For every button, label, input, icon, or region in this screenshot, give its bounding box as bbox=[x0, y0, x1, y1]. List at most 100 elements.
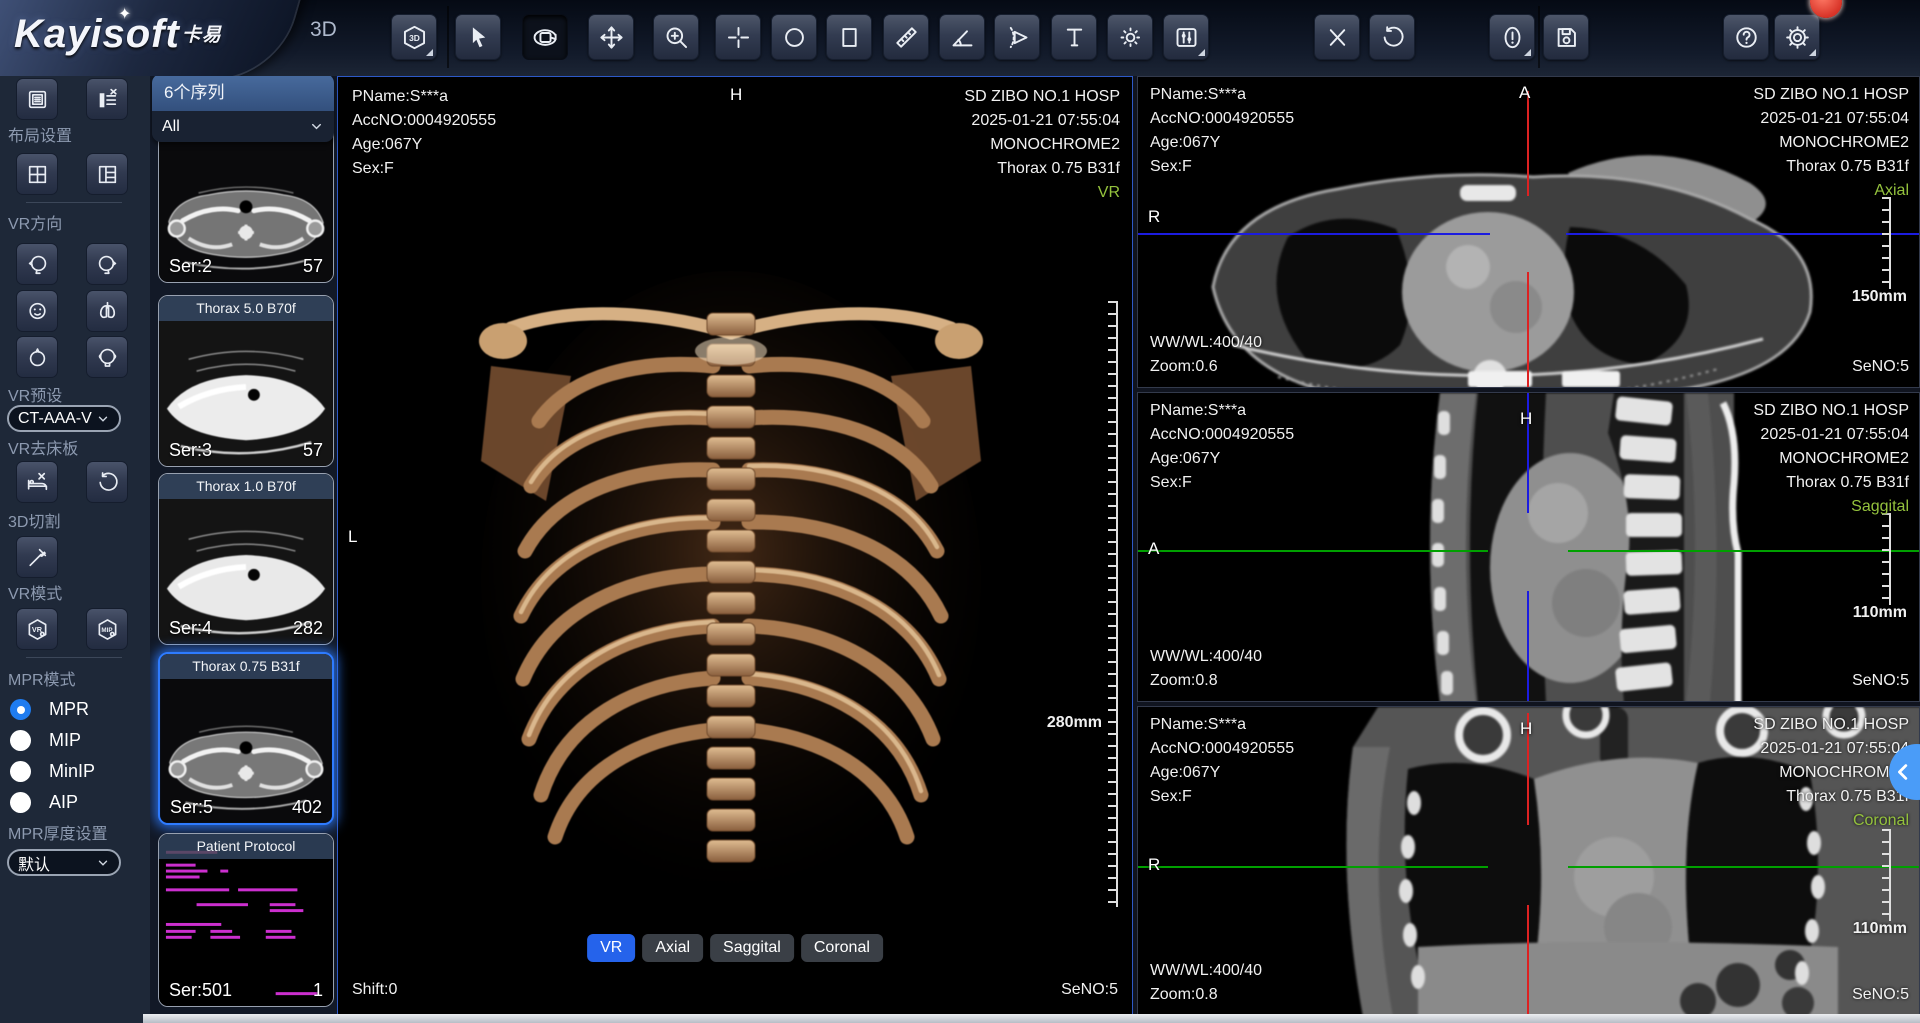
vr-direction-posterior-button[interactable] bbox=[86, 290, 128, 332]
orientation-marker-top: H bbox=[1520, 409, 1532, 429]
zoom-tool-button[interactable] bbox=[653, 14, 699, 60]
rotate-ccw-icon bbox=[1379, 24, 1406, 51]
series-number: Ser:4 bbox=[169, 618, 212, 639]
vr-direction-foot-button[interactable] bbox=[86, 336, 128, 378]
mpr-mode-option-aip[interactable]: AIP bbox=[10, 792, 78, 813]
view-button-axial[interactable]: Axial bbox=[642, 934, 703, 962]
accession-number: AccNO:0004920555 bbox=[1150, 737, 1294, 761]
crosshair-horizontal-blue[interactable] bbox=[1566, 233, 1920, 235]
sagittal-viewport[interactable]: PName:S***a AccNO:0004920555 Age:067Y Se… bbox=[1137, 392, 1920, 702]
series-card-ser4[interactable]: Thorax 1.0 B70f Ser:4 282 bbox=[158, 473, 334, 645]
pan-tool-button[interactable] bbox=[588, 14, 634, 60]
scale-ruler bbox=[1108, 301, 1118, 907]
vr-mode-vr-button[interactable] bbox=[16, 608, 58, 650]
cobb-angle-button[interactable] bbox=[994, 14, 1040, 60]
about-info-button[interactable] bbox=[1489, 14, 1535, 60]
cut-3d-button[interactable] bbox=[16, 536, 58, 578]
vr-direction-left-button[interactable] bbox=[16, 243, 58, 285]
series-number: Ser:501 bbox=[169, 980, 232, 1001]
hospital-name: SD ZIBO NO.1 HOSP bbox=[1753, 83, 1909, 107]
section-label-vr-bed: VR去床板 bbox=[8, 435, 78, 459]
view-button-coronal[interactable]: Coronal bbox=[801, 934, 883, 962]
delete-annotation-button[interactable] bbox=[1314, 14, 1360, 60]
help-button[interactable] bbox=[1723, 14, 1769, 60]
mpr-mode-option-minip[interactable]: MinIP bbox=[10, 761, 95, 782]
crosshair-vertical-blue[interactable] bbox=[1527, 591, 1529, 702]
vr-mode-mip-button[interactable] bbox=[86, 608, 128, 650]
series-description: Thorax 0.75 B31f bbox=[1753, 155, 1909, 179]
series-card-ser3[interactable]: Thorax 5.0 B70f Ser:3 57 bbox=[158, 295, 334, 467]
head-left-icon bbox=[25, 252, 50, 277]
vr-viewport[interactable]: PName:S***a AccNO:0004920555 Age:067Y Se… bbox=[337, 76, 1133, 1017]
cursor-tool-button[interactable] bbox=[455, 14, 501, 60]
patient-name: PName:S***a bbox=[1150, 713, 1294, 737]
patient-age: Age:067Y bbox=[1150, 131, 1294, 155]
layout-split-button[interactable] bbox=[86, 153, 128, 195]
crosshair-vertical-red[interactable] bbox=[1527, 91, 1529, 196]
hexagon-mip-icon bbox=[95, 617, 120, 642]
image-count: 57 bbox=[303, 440, 323, 461]
view-button-saggital[interactable]: Saggital bbox=[710, 934, 794, 962]
series-filter-select[interactable]: All bbox=[152, 111, 334, 142]
angle-tool-button[interactable] bbox=[939, 14, 985, 60]
left-sidebar: 布局设置 VR方向 VR预设 CT-AAA-V VR去床板 3D切割 VR模式 … bbox=[0, 76, 150, 1023]
layout-panel-button[interactable] bbox=[16, 78, 58, 120]
view-button-vr[interactable]: VR bbox=[587, 934, 635, 962]
crosshair-vertical-red[interactable] bbox=[1527, 905, 1529, 1016]
brightness-button[interactable] bbox=[1107, 14, 1153, 60]
crosshair-horizontal-blue[interactable] bbox=[1138, 233, 1490, 235]
patient-info-overlay: PName:S***a AccNO:0004920555 Age:067Y Se… bbox=[1150, 83, 1294, 179]
rotate-3d-tool-button[interactable] bbox=[522, 14, 568, 60]
orientation-marker-top: A bbox=[1519, 83, 1530, 103]
crosshair-horizontal-green[interactable] bbox=[1138, 866, 1488, 868]
mpr-mode-option-mip[interactable]: MIP bbox=[10, 730, 81, 751]
crosshair-horizontal-green[interactable] bbox=[1138, 550, 1488, 552]
text-annotation-button[interactable] bbox=[1051, 14, 1097, 60]
layout-grid-button[interactable] bbox=[16, 153, 58, 195]
scale-label: 110mm bbox=[1853, 917, 1907, 941]
zoom-overlay: Zoom:0.8 bbox=[1150, 669, 1218, 693]
restore-bed-button[interactable] bbox=[86, 461, 128, 503]
series-header: 6个序列 All bbox=[152, 74, 334, 142]
crosshair-vertical-red[interactable] bbox=[1527, 272, 1529, 388]
axial-viewport[interactable]: PName:S***a AccNO:0004920555 Age:067Y Se… bbox=[1137, 76, 1920, 388]
ellipse-icon bbox=[781, 24, 808, 51]
radio-label: MinIP bbox=[49, 761, 95, 782]
vr-direction-head-button[interactable] bbox=[16, 336, 58, 378]
series-title: Thorax 1.0 B70f bbox=[159, 474, 333, 499]
photometric: MONOCHROME2 bbox=[1753, 447, 1909, 471]
series-card-ser5-selected[interactable]: Thorax 0.75 B31f Ser:5 402 bbox=[158, 652, 334, 825]
view-type-label: VR bbox=[964, 181, 1120, 205]
bottom-scrollbar-track[interactable] bbox=[143, 1014, 1920, 1023]
mpr-thickness-select[interactable]: 默认 bbox=[7, 849, 121, 876]
patient-sex: Sex:F bbox=[1150, 785, 1294, 809]
remove-bed-button[interactable] bbox=[16, 461, 58, 503]
mpr-thickness-value: 默认 bbox=[18, 851, 50, 875]
image-count: 1 bbox=[313, 980, 323, 1001]
vr-direction-anterior-button[interactable] bbox=[16, 290, 58, 332]
settings-button[interactable] bbox=[1774, 14, 1820, 60]
coronal-viewport[interactable]: PName:S***a AccNO:0004920555 Age:067Y Se… bbox=[1137, 706, 1920, 1016]
view-3d-button[interactable] bbox=[391, 14, 437, 60]
crosshair-horizontal-green[interactable] bbox=[1568, 866, 1920, 868]
rect-roi-button[interactable] bbox=[826, 14, 872, 60]
ellipse-roi-button[interactable] bbox=[771, 14, 817, 60]
vr-direction-right-button[interactable] bbox=[86, 243, 128, 285]
logo-wordmark: Kayisoft bbox=[14, 12, 180, 56]
window-level-button[interactable] bbox=[1163, 14, 1209, 60]
vr-preset-select[interactable]: CT-AAA-V bbox=[7, 405, 121, 432]
localizer-tool-button[interactable] bbox=[715, 14, 761, 60]
shift-overlay: Shift:0 bbox=[352, 978, 397, 1002]
cursor-icon bbox=[465, 24, 492, 51]
orientation-marker-top: H bbox=[1520, 719, 1532, 739]
series-card-ser501[interactable]: Patient Protocol Ser:501 1 bbox=[158, 833, 334, 1007]
ruler-tool-button[interactable] bbox=[883, 14, 929, 60]
window-level-overlay: WW/WL:400/40 bbox=[1150, 331, 1262, 355]
mpr-mode-option-mpr[interactable]: MPR bbox=[10, 699, 89, 720]
reset-view-button[interactable] bbox=[1369, 14, 1415, 60]
save-button[interactable] bbox=[1543, 14, 1589, 60]
crosshair-horizontal-green[interactable] bbox=[1568, 550, 1920, 552]
scalpel-icon bbox=[25, 545, 50, 570]
panel-close-icon bbox=[95, 87, 120, 112]
close-panel-button[interactable] bbox=[86, 78, 128, 120]
